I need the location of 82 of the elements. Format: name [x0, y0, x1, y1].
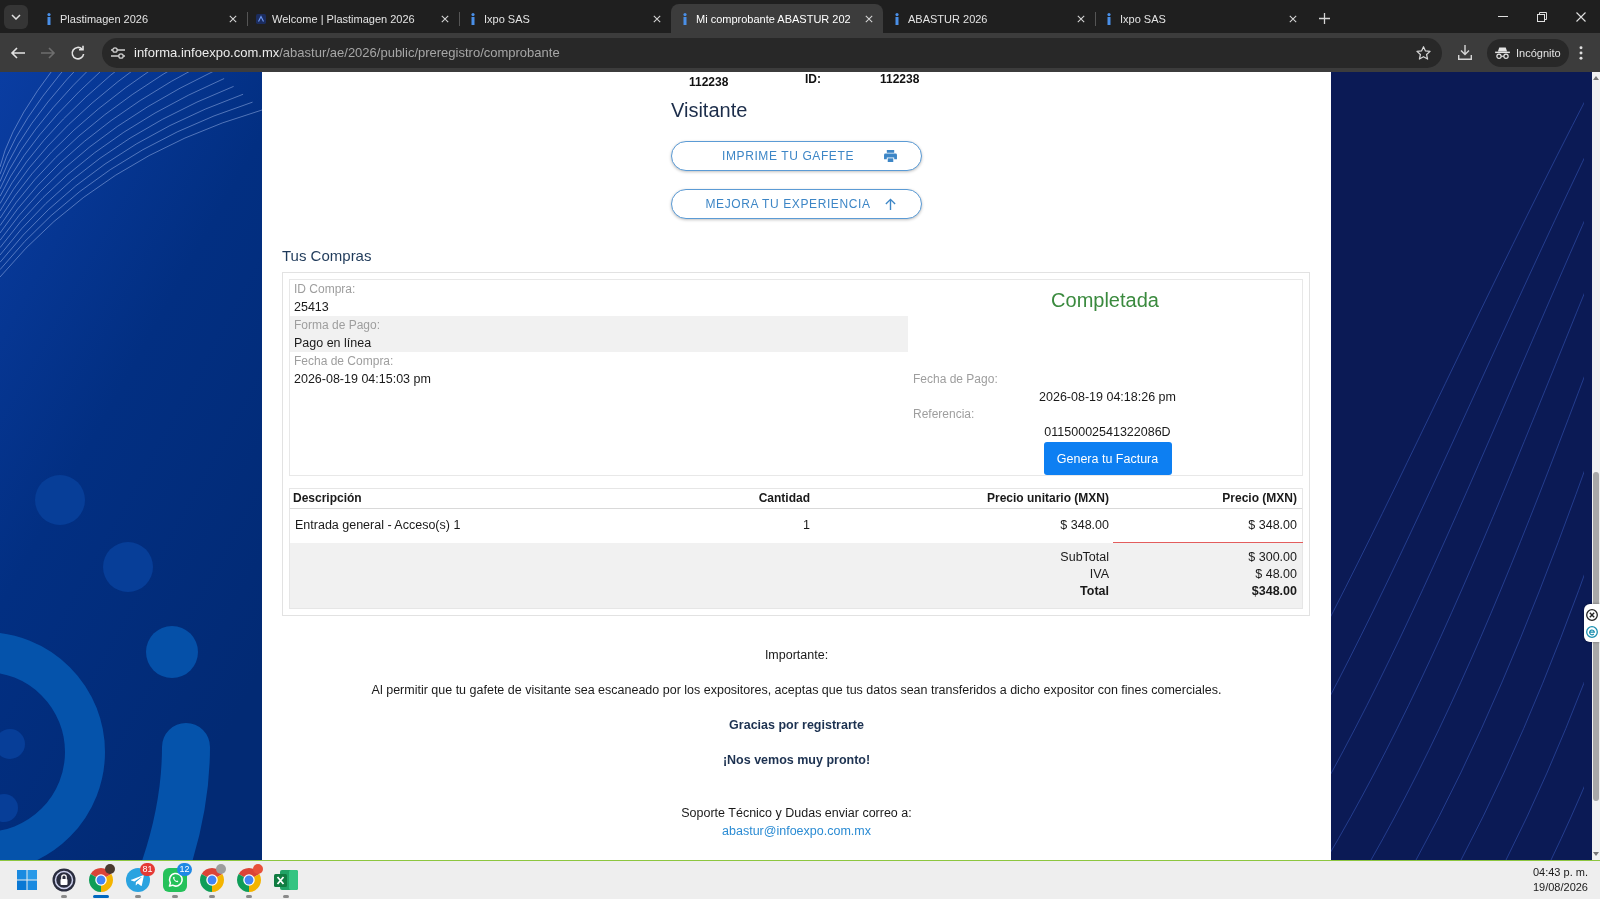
incognito-button[interactable]: Incógnito — [1487, 38, 1569, 67]
info-icon — [895, 12, 899, 25]
total-label: IVA — [1089, 566, 1109, 583]
browser-tab[interactable]: Mi comprobante ABASTUR 202 — [671, 4, 883, 33]
invoice-button[interactable]: Genera tu Factura — [1043, 442, 1172, 475]
support-text: Soporte Técnico y Dudas enviar correo a: — [681, 805, 912, 821]
arrow-down-icon[interactable] — [1593, 852, 1599, 856]
thanks-text: Gracias por registrarte — [729, 717, 864, 733]
field-label: Forma de Pago: — [294, 317, 381, 334]
field-value: 2026-08-19 04:18:26 pm — [1039, 388, 1176, 406]
back-arrow-icon[interactable] — [10, 44, 26, 61]
info-icon — [683, 12, 687, 25]
close-icon[interactable] — [1586, 608, 1598, 621]
phone-chat-icon[interactable] — [162, 868, 187, 892]
table-cell-text: 1 — [802, 517, 811, 534]
status-text: Completada — [1051, 288, 1159, 312]
id-value: 112238 — [880, 72, 920, 86]
padlock-icon[interactable] — [51, 868, 76, 892]
tab-search-button[interactable] — [4, 5, 28, 29]
restore-icon[interactable] — [1536, 11, 1547, 22]
upgrade-button[interactable]: MEJORA TU EXPERIENCIA — [671, 189, 922, 219]
field-value: 25413 — [294, 299, 329, 316]
field-label: Referencia: — [913, 406, 975, 423]
browser-tab[interactable]: Ixpo SAS — [459, 4, 671, 33]
plus-icon[interactable] — [1319, 13, 1330, 24]
farewell-text: ¡Nos vemos muy pronto! — [722, 752, 871, 768]
attendee-type: Visitante — [671, 98, 748, 122]
info-icon — [471, 12, 475, 25]
column-header: Descripción — [292, 490, 363, 507]
column-header: Cantidad — [757, 490, 811, 507]
table-cell-text: Entrada general - Acceso(s) 1 — [294, 517, 462, 534]
email-link[interactable]: abastur@infoexpo.com.mx — [722, 823, 871, 839]
print-badge-button[interactable]: IMPRIME TU GAFETE — [671, 141, 922, 171]
star-icon[interactable] — [1416, 45, 1431, 60]
address-bar[interactable]: informa.infoexpo.com.mx/abastur/ae/2026/public/preregistro/comprobante — [102, 37, 1442, 68]
info-icon — [1107, 12, 1111, 25]
browser-icon[interactable] — [88, 868, 113, 892]
section-title: Tus Compras — [282, 247, 372, 265]
browser-tab[interactable]: ABASTUR 2026 — [883, 4, 1095, 33]
paper-plane-icon[interactable] — [125, 868, 150, 892]
clock-time[interactable]: 04:43 p. m. — [1532, 865, 1588, 880]
notice-text: Al permitir que tu gafete de visitante sea escaneado por los expositores, aceptas que tus datos sean transferidos a dicho expositor con fines comerciales. — [371, 682, 1222, 698]
url-text[interactable]: informa.infoexpo.com.mx/abastur/ae/2026/public/preregistro/comprobante — [134, 45, 560, 60]
notification-badge: 12 — [177, 863, 192, 876]
sliders-icon[interactable] — [111, 46, 125, 59]
column-header: Precio (MXN) — [1221, 490, 1298, 507]
field-label: ID Compra: — [294, 281, 356, 298]
notice-heading: Importante: — [764, 647, 829, 663]
download-icon[interactable] — [1458, 45, 1472, 60]
field-label: Fecha de Pago: — [913, 371, 998, 388]
browser-tab[interactable]: Ixpo SAS — [1095, 4, 1307, 33]
total-value: $ 48.00 — [1255, 566, 1297, 583]
info-icon — [47, 12, 51, 25]
chevron-down-icon — [11, 14, 21, 20]
spreadsheet-icon[interactable] — [273, 868, 298, 892]
registration-number: 112238 — [689, 75, 729, 89]
field-value: 2026-08-19 04:15:03 pm — [294, 371, 431, 388]
clock-date[interactable]: 19/08/2026 — [1532, 880, 1588, 895]
total-label: SubTotal — [1060, 549, 1109, 566]
reload-icon[interactable] — [70, 44, 86, 61]
notification-badge: 81 — [140, 863, 155, 876]
column-header: Precio unitario (MXN) — [986, 490, 1110, 507]
arrow-up-icon[interactable] — [1593, 76, 1599, 80]
printer-icon — [884, 150, 897, 162]
start-icon[interactable] — [17, 870, 37, 890]
browser-tab[interactable]: Welcome | Plastimagen 2026 — [247, 4, 459, 33]
arrow-up-icon — [884, 198, 897, 210]
field-value: Pago en línea — [294, 335, 372, 352]
scrollbar[interactable] — [1592, 72, 1600, 860]
browser-tab[interactable]: Plastimagen 2026 — [35, 4, 247, 33]
site-logo-icon — [256, 13, 266, 24]
total-value: $348.00 — [1251, 583, 1297, 600]
hat-glasses-icon — [1495, 46, 1510, 59]
menu-icon[interactable] — [1578, 45, 1583, 60]
field-value: 01150002541322086D — [1044, 423, 1171, 441]
ring-icon[interactable] — [1586, 625, 1598, 638]
total-value: $ 300.00 — [1248, 549, 1297, 566]
id-label: ID: — [805, 72, 821, 86]
field-label: Fecha de Compra: — [294, 353, 394, 370]
minimize-icon[interactable] — [1497, 16, 1508, 17]
table-cell-text: $ 348.00 — [1059, 517, 1110, 534]
total-label: Total — [1080, 583, 1109, 600]
